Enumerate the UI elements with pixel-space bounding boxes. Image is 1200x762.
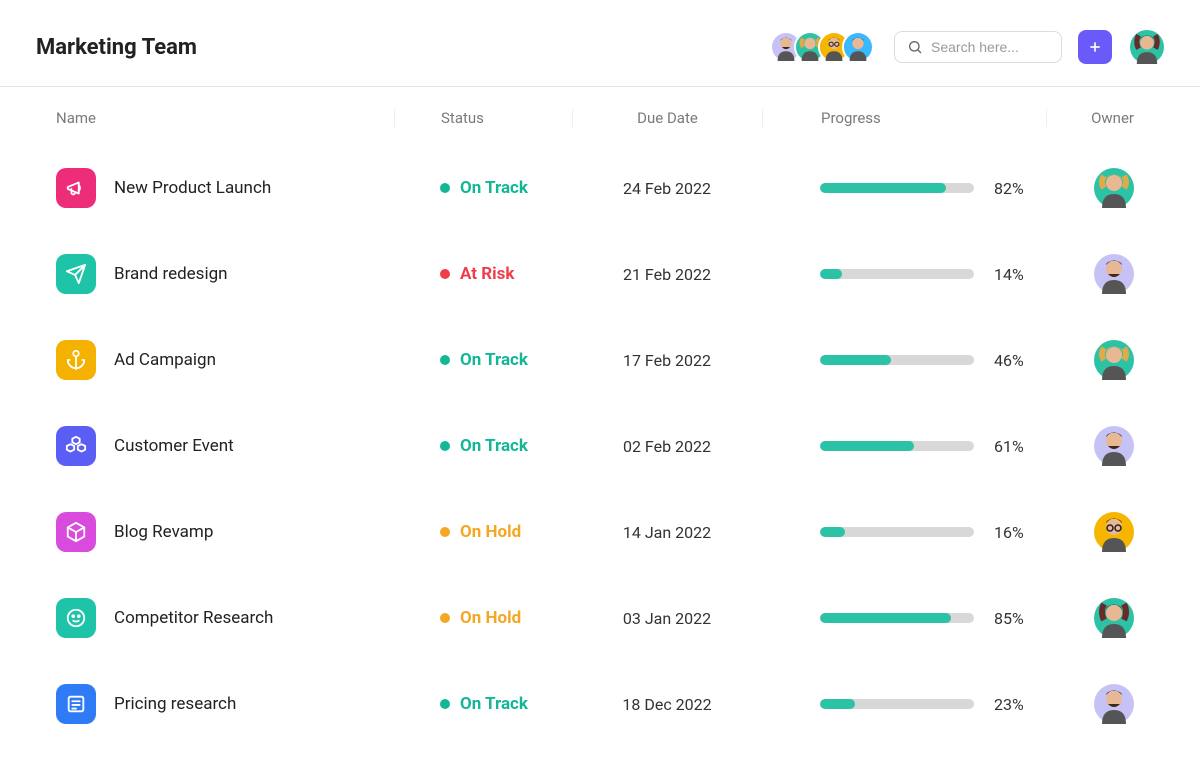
due-date: 02 Feb 2022 (572, 437, 762, 456)
status-label: On Track (460, 178, 528, 198)
task-icon (56, 684, 96, 724)
task-name: Pricing research (114, 694, 236, 714)
owner-avatar[interactable] (1094, 598, 1134, 638)
status-dot-icon (440, 355, 450, 365)
task-icon (56, 254, 96, 294)
progress-percent: 14% (994, 265, 1024, 284)
search-box[interactable] (894, 31, 1062, 63)
table-row[interactable]: New Product Launch On Track 24 Feb 2022 82% (56, 145, 1164, 231)
table-row[interactable]: Ad Campaign On Track 17 Feb 2022 46% (56, 317, 1164, 403)
team-avatars[interactable] (770, 31, 874, 63)
column-headers: Name Status Due Date Progress Owner (0, 87, 1200, 139)
progress-percent: 82% (994, 179, 1024, 198)
status-dot-icon (440, 441, 450, 451)
table-row[interactable]: Pricing research On Track 18 Dec 2022 23% (56, 661, 1164, 747)
status-label: On Track (460, 350, 528, 370)
progress-bar (820, 613, 974, 623)
page-title: Marketing Team (36, 35, 197, 60)
task-name: New Product Launch (114, 178, 271, 198)
col-header-progress: Progress (762, 109, 1046, 127)
search-icon (907, 39, 923, 55)
task-icon (56, 598, 96, 638)
due-date: 24 Feb 2022 (572, 179, 762, 198)
task-rows: New Product Launch On Track 24 Feb 2022 82%… (0, 139, 1200, 747)
status-dot-icon (440, 613, 450, 623)
progress-bar (820, 355, 974, 365)
owner-avatar[interactable] (1094, 512, 1134, 552)
owner-avatar[interactable] (1094, 426, 1134, 466)
status-dot-icon (440, 183, 450, 193)
status-cell: On Track (394, 694, 572, 714)
status-label: On Hold (460, 522, 521, 542)
table-row[interactable]: Competitor Research On Hold 03 Jan 2022 85% (56, 575, 1164, 661)
due-date: 21 Feb 2022 (572, 265, 762, 284)
task-icon (56, 512, 96, 552)
due-date: 14 Jan 2022 (572, 523, 762, 542)
table-row[interactable]: Customer Event On Track 02 Feb 2022 61% (56, 403, 1164, 489)
status-cell: On Hold (394, 608, 572, 628)
status-label: At Risk (460, 264, 514, 284)
col-header-owner: Owner (1046, 109, 1164, 127)
status-label: On Track (460, 436, 528, 456)
search-input[interactable] (931, 39, 1049, 55)
progress-percent: 61% (994, 437, 1024, 456)
progress-bar (820, 699, 974, 709)
progress-percent: 16% (994, 523, 1024, 542)
owner-avatar[interactable] (1094, 254, 1134, 294)
task-name: Customer Event (114, 436, 234, 456)
task-name: Blog Revamp (114, 522, 213, 542)
status-dot-icon (440, 699, 450, 709)
progress-bar (820, 441, 974, 451)
progress-bar (820, 183, 974, 193)
task-icon (56, 340, 96, 380)
due-date: 03 Jan 2022 (572, 609, 762, 628)
task-name: Competitor Research (114, 608, 273, 628)
progress-percent: 85% (994, 609, 1024, 628)
status-cell: On Track (394, 350, 572, 370)
status-dot-icon (440, 269, 450, 279)
status-cell: On Hold (394, 522, 572, 542)
task-name: Ad Campaign (114, 350, 216, 370)
due-date: 17 Feb 2022 (572, 351, 762, 370)
status-cell: On Track (394, 178, 572, 198)
task-name: Brand redesign (114, 264, 228, 284)
plus-icon (1087, 39, 1103, 55)
progress-bar (820, 269, 974, 279)
table-row[interactable]: Blog Revamp On Hold 14 Jan 2022 16% (56, 489, 1164, 575)
owner-avatar[interactable] (1094, 168, 1134, 208)
header: Marketing Team (0, 0, 1200, 87)
team-avatar[interactable] (842, 31, 874, 63)
col-header-status: Status (394, 109, 572, 127)
status-cell: At Risk (394, 264, 572, 284)
owner-avatar[interactable] (1094, 340, 1134, 380)
owner-avatar[interactable] (1094, 684, 1134, 724)
progress-bar (820, 527, 974, 537)
progress-percent: 23% (994, 695, 1024, 714)
task-icon (56, 168, 96, 208)
status-label: On Track (460, 694, 528, 714)
task-icon (56, 426, 96, 466)
status-dot-icon (440, 527, 450, 537)
progress-percent: 46% (994, 351, 1024, 370)
col-header-name: Name (56, 109, 394, 127)
col-header-due: Due Date (572, 109, 762, 127)
due-date: 18 Dec 2022 (572, 695, 762, 714)
status-cell: On Track (394, 436, 572, 456)
status-label: On Hold (460, 608, 521, 628)
current-user-avatar[interactable] (1130, 30, 1164, 64)
table-row[interactable]: Brand redesign At Risk 21 Feb 2022 14% (56, 231, 1164, 317)
add-button[interactable] (1078, 30, 1112, 64)
